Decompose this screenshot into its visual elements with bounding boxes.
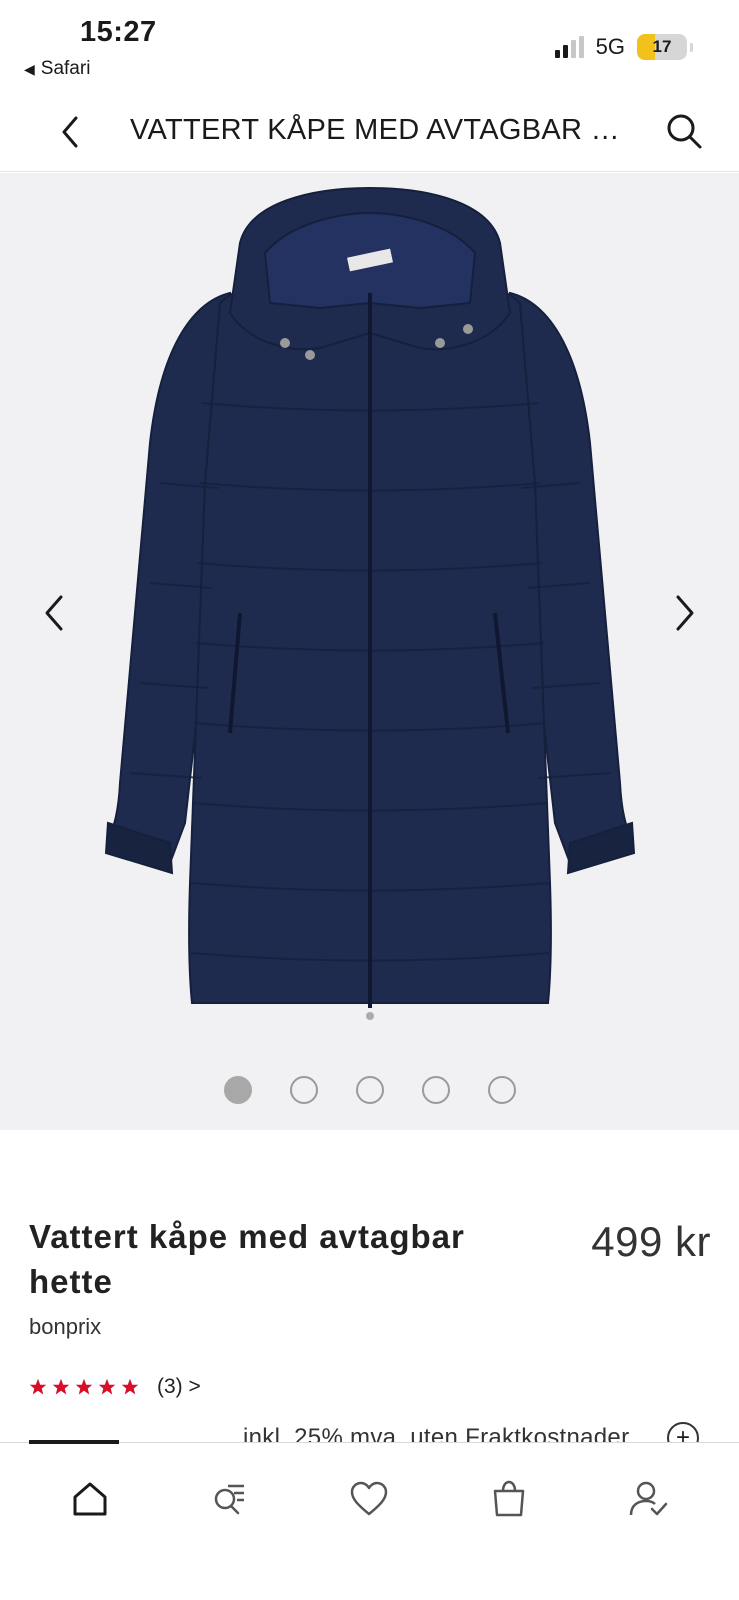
product-image[interactable] <box>90 183 650 1033</box>
page-title: VATTERT KÅPE MED AVTAGBAR HETTE <box>130 114 640 146</box>
rating[interactable]: (3) > <box>29 1375 201 1399</box>
app-header: VATTERT KÅPE MED AVTAGBAR HETTE <box>0 92 739 172</box>
back-to-safari[interactable]: ◀ Safari <box>24 58 90 80</box>
product-info: Vattert kåpe med avtagbar hette 499 kr b… <box>0 1130 739 1454</box>
status-indicators: 5G 17 <box>554 34 693 60</box>
gallery-pagination <box>0 1076 739 1104</box>
nav-wishlist[interactable] <box>339 1473 399 1525</box>
search-button[interactable] <box>663 110 705 152</box>
home-icon <box>73 1482 107 1516</box>
network-type: 5G <box>595 34 625 59</box>
search-list-icon <box>214 1484 244 1515</box>
gallery-dot-1[interactable] <box>223 1076 252 1104</box>
back-app-label: Safari <box>40 58 91 79</box>
nav-home[interactable] <box>60 1473 120 1525</box>
nav-active-indicator <box>29 1440 119 1444</box>
product-gallery[interactable] <box>0 173 739 1130</box>
star-icon <box>98 1378 116 1395</box>
gallery-next-button[interactable] <box>665 583 705 643</box>
star-icon <box>52 1378 70 1395</box>
chevron-right-icon <box>676 595 694 631</box>
star-icon <box>29 1378 47 1395</box>
star-icon <box>121 1378 139 1395</box>
nav-account[interactable] <box>619 1473 679 1525</box>
bottom-nav <box>0 1440 739 1600</box>
chevron-left-icon <box>45 595 63 631</box>
gallery-dot-3[interactable] <box>355 1076 384 1104</box>
shopping-bag-icon <box>494 1480 525 1517</box>
battery-level: 17 <box>652 37 672 56</box>
back-button[interactable] <box>54 112 86 152</box>
battery-icon: 17 <box>637 34 687 60</box>
signal-icon <box>554 36 584 58</box>
star-icon <box>75 1378 93 1395</box>
status-bar: 15:27 ◀ Safari 5G 17 <box>0 0 739 92</box>
gallery-dot-5[interactable] <box>487 1076 516 1104</box>
product-price: 499 kr <box>591 1218 711 1265</box>
status-time: 15:27 <box>80 16 157 48</box>
back-triangle-icon: ◀ <box>24 60 35 77</box>
product-name: Vattert kåpe med avtagbar hette <box>29 1218 465 1300</box>
nav-browse[interactable] <box>200 1473 260 1525</box>
search-icon <box>667 114 702 149</box>
nav-cart[interactable] <box>479 1473 539 1525</box>
heart-icon <box>351 1481 388 1516</box>
account-icon <box>629 1481 668 1516</box>
chevron-left-icon <box>62 116 78 148</box>
gallery-prev-button[interactable] <box>34 583 74 643</box>
product-brand[interactable]: bonprix <box>29 1314 101 1340</box>
rating-count-link[interactable]: (3) > <box>157 1375 201 1399</box>
gallery-dot-4[interactable] <box>421 1076 450 1104</box>
gallery-dot-2[interactable] <box>289 1076 318 1104</box>
rating-stars <box>29 1378 139 1396</box>
